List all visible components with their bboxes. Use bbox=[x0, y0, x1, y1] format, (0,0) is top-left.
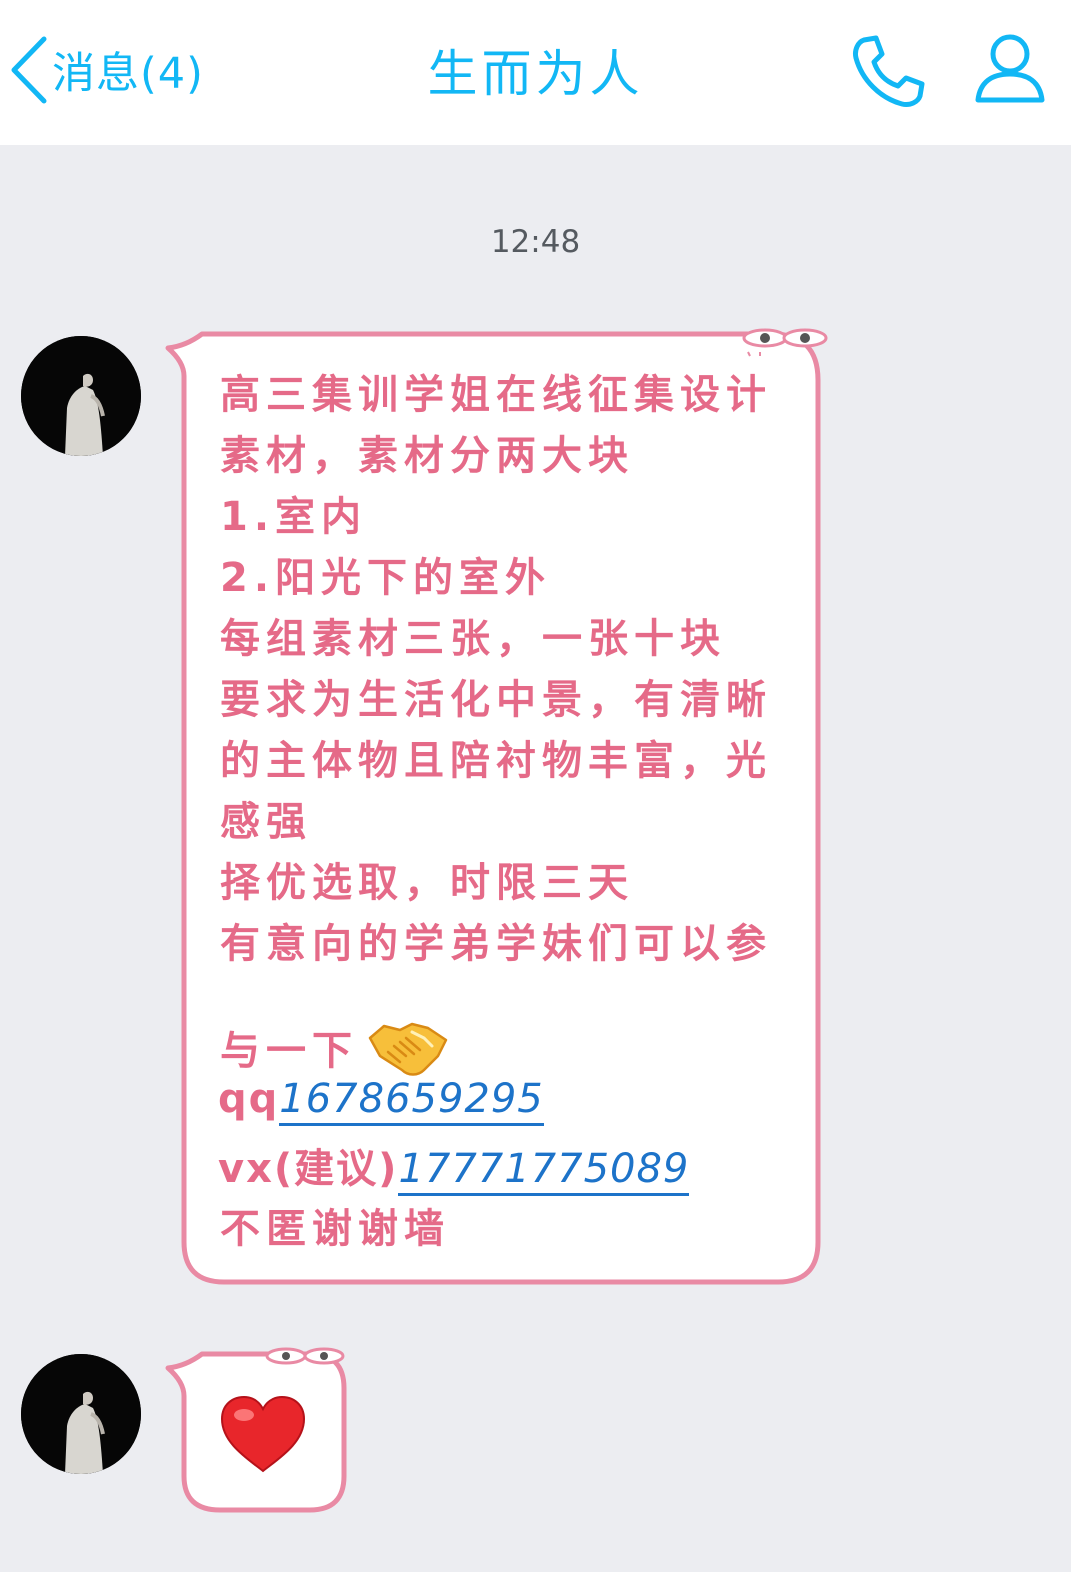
message-line: 择优选取，时限三天 bbox=[220, 860, 634, 906]
message-line: 的主体物且陪衬物丰富，光 bbox=[220, 738, 772, 784]
timestamp: 12:48 bbox=[490, 224, 581, 260]
handshake-icon bbox=[368, 1022, 448, 1076]
message-line: 高三集训学姐在线征集设计 bbox=[220, 372, 772, 418]
navigation-bar: 消息(4) 生而为人 bbox=[0, 0, 1071, 145]
avatar[interactable] bbox=[21, 1354, 141, 1474]
qq-contact: qq1678659295 bbox=[218, 1076, 544, 1126]
message-line: 2.阳光下的室外 bbox=[220, 555, 552, 601]
profile-icon[interactable] bbox=[972, 30, 1048, 110]
closing-line: 不匿谢谢墙 bbox=[220, 1206, 450, 1252]
heart-icon bbox=[220, 1395, 306, 1473]
message-line: 1.室内 bbox=[220, 494, 368, 540]
wechat-contact: vx(建议)17771775089 bbox=[218, 1136, 690, 1196]
avatar[interactable] bbox=[21, 336, 141, 456]
wechat-prefix: vx(建议) bbox=[218, 1146, 399, 1192]
phone-icon[interactable] bbox=[850, 32, 928, 114]
emoji-line: 与一下 bbox=[220, 1012, 450, 1082]
message-line: 感强 bbox=[220, 799, 312, 845]
message-line: 素材，素材分两大块 bbox=[220, 433, 634, 479]
message-line: 每组素材三张，一张十块 bbox=[220, 616, 726, 662]
qq-prefix: qq bbox=[218, 1076, 280, 1122]
qq-number-link[interactable]: 1678659295 bbox=[279, 1076, 544, 1126]
message-line: 有意向的学弟学妹们可以参 bbox=[220, 921, 772, 967]
wechat-number-link[interactable]: 17771775089 bbox=[398, 1146, 690, 1196]
message-text: 高三集训学姐在线征集设计 素材，素材分两大块 1.室内 2.阳光下的室外 每组素… bbox=[220, 365, 800, 975]
message-line: 与一下 bbox=[220, 1028, 358, 1074]
message-line: 要求为生活化中景，有清晰 bbox=[220, 677, 772, 723]
